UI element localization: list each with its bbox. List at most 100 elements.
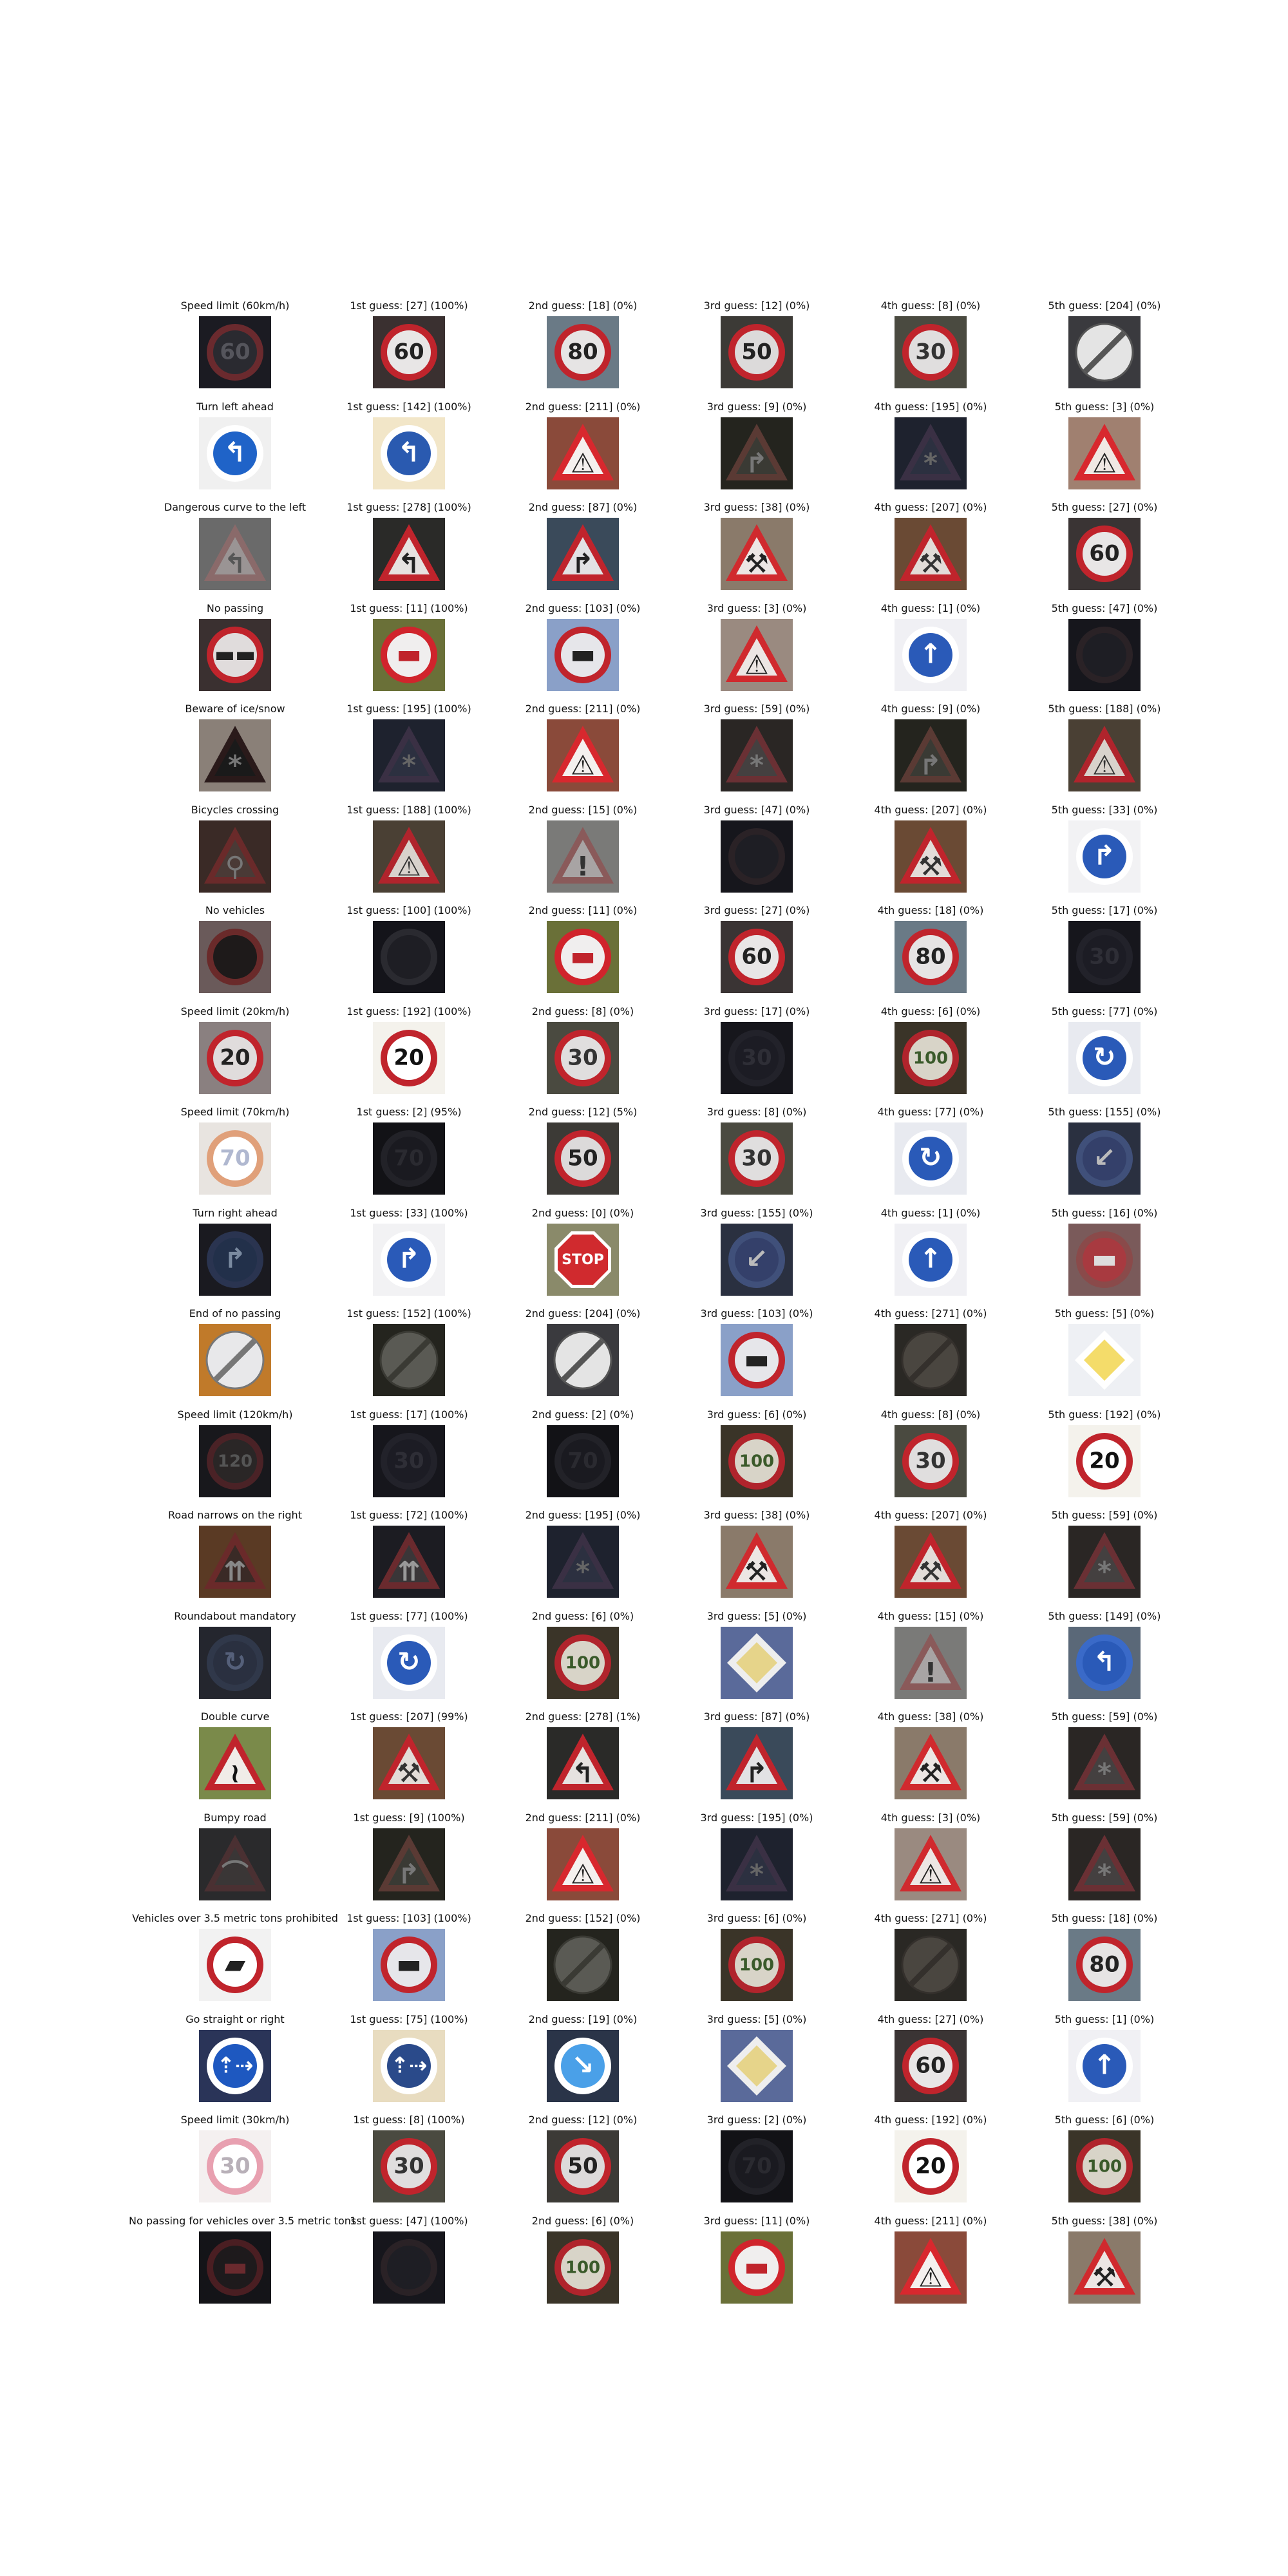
traffic-sign-icon: * xyxy=(895,417,967,489)
traffic-sign-icon: * xyxy=(721,719,793,791)
traffic-sign-icon: 80 xyxy=(895,921,967,993)
traffic-sign-icon: 60 xyxy=(199,316,271,388)
traffic-sign-icon: STOP xyxy=(547,1224,619,1296)
guess-cell: 5th guess: [192] (0%) 20 xyxy=(1018,1408,1191,1506)
guess-cell: 5th guess: [59] (0%) * xyxy=(1018,1812,1191,1909)
input-image-cell-image: ⇈ xyxy=(199,1526,271,1598)
input-image-cell-image: ⇡⇢ xyxy=(199,2030,271,2102)
traffic-sign-icon: 80 xyxy=(547,316,619,388)
guess-cell-image: ⚒ xyxy=(1068,2231,1141,2304)
guess-cell: 3rd guess: [2] (0%) 70 xyxy=(670,2114,844,2211)
traffic-sign-icon: ⚒ xyxy=(895,1526,967,1598)
traffic-sign-icon: ↰ xyxy=(547,1727,619,1799)
svg-text:30: 30 xyxy=(741,1146,772,1171)
guess-cell: 2nd guess: [152] (0%) xyxy=(496,1912,670,2010)
guess-cell: 3rd guess: [38] (0%) ⚒ xyxy=(670,501,844,599)
guess-cell-image: ▬ xyxy=(547,619,619,691)
traffic-sign-icon xyxy=(1068,619,1141,691)
guess-cell: 4th guess: [15] (0%)! xyxy=(844,1610,1018,1708)
guess-cell-image xyxy=(721,1627,793,1699)
guess-cell-image: ⚠ xyxy=(1068,417,1141,489)
guess-cell: 5th guess: [77] (0%) ↻ xyxy=(1018,1005,1191,1103)
traffic-sign-icon: 30 xyxy=(895,1425,967,1497)
guess-cell: 2nd guess: [6] (0%) 100 xyxy=(496,1610,670,1708)
svg-text:↙: ↙ xyxy=(1093,1142,1115,1173)
guess-cell-image: ↱ xyxy=(547,518,619,590)
guess-cell-caption: 5th guess: [59] (0%) xyxy=(1051,1812,1158,1824)
guess-cell-image: 30 xyxy=(895,1425,967,1497)
guess-cell: 4th guess: [77] (0%) ↻ xyxy=(844,1106,1018,1204)
guess-cell-caption: 5th guess: [3] (0%) xyxy=(1054,401,1155,413)
traffic-sign-icon: ▬ xyxy=(373,1929,445,2001)
traffic-sign-icon: 70 xyxy=(547,1425,619,1497)
guess-cell-image: 80 xyxy=(895,921,967,993)
traffic-sign-icon: ⚠ xyxy=(721,619,793,691)
guess-cell: 5th guess: [188] (0%) ⚠ xyxy=(1018,703,1191,800)
svg-text:20: 20 xyxy=(220,1045,250,1071)
traffic-sign-icon: ↑ xyxy=(1068,2030,1141,2102)
traffic-sign-icon: ↘ xyxy=(547,2030,619,2102)
svg-text:↑: ↑ xyxy=(919,1243,942,1274)
traffic-sign-icon: ⚠ xyxy=(373,820,445,893)
guess-cell-caption: 5th guess: [16] (0%) xyxy=(1051,1207,1158,1219)
guess-cell-image: ↱ xyxy=(373,1224,445,1296)
guess-cell-image: 100 xyxy=(721,1425,793,1497)
traffic-sign-icon: ↰ xyxy=(199,518,271,590)
svg-text:60: 60 xyxy=(915,2053,945,2079)
guess-cell-image: ⚠ xyxy=(895,2231,967,2304)
svg-text:60: 60 xyxy=(1089,541,1119,567)
guess-cell-image: * xyxy=(721,1828,793,1900)
guess-cell-image: 30 xyxy=(373,2130,445,2202)
traffic-sign-icon: ↻ xyxy=(199,1627,271,1699)
svg-text:STOP: STOP xyxy=(562,1252,604,1268)
guess-cell: 5th guess: [204] (0%) xyxy=(1018,299,1191,397)
traffic-sign-icon xyxy=(895,1324,967,1396)
svg-text:↰: ↰ xyxy=(1093,1646,1115,1678)
guess-cell-caption: 5th guess: [17] (0%) xyxy=(1051,904,1158,916)
guess-cell-image: ↘ xyxy=(547,2030,619,2102)
guess-cell-image: 70 xyxy=(721,2130,793,2202)
guess-cell-image: 30 xyxy=(547,1022,619,1094)
traffic-sign-icon: 70 xyxy=(373,1122,445,1195)
guess-cell: 4th guess: [3] (0%) ⚠ xyxy=(844,1812,1018,1909)
input-image-cell-image: ↰ xyxy=(199,518,271,590)
traffic-sign-icon: ↱ xyxy=(547,518,619,590)
traffic-sign-icon: ↙ xyxy=(721,1224,793,1296)
guess-cell-image: ⚒ xyxy=(373,1727,445,1799)
traffic-sign-icon: ↻ xyxy=(373,1627,445,1699)
traffic-sign-icon: 30 xyxy=(373,2130,445,2202)
guess-cell-image xyxy=(373,1324,445,1396)
traffic-sign-icon xyxy=(199,1324,271,1396)
input-image-cell: Beware of ice/snow * xyxy=(148,703,322,800)
svg-text:*: * xyxy=(402,750,416,781)
traffic-sign-icon: ⚒ xyxy=(373,1727,445,1799)
guess-cell-image: 30 xyxy=(721,1022,793,1094)
input-image-cell: Speed limit (20km/h) 20 xyxy=(148,1005,322,1103)
guess-cell-image: 100 xyxy=(547,2231,619,2304)
guess-cell-image: ▬ xyxy=(373,1929,445,2001)
svg-text:*: * xyxy=(750,1859,764,1890)
guess-cell: 1st guess: [47] (100%) xyxy=(322,2215,496,2313)
svg-text:⇡⇢: ⇡⇢ xyxy=(391,2053,428,2079)
guess-cell-caption: 5th guess: [59] (0%) xyxy=(1051,1710,1158,1723)
guess-cell: 4th guess: [8] (0%) 30 xyxy=(844,1408,1018,1506)
traffic-sign-icon: ⚠ xyxy=(547,719,619,791)
traffic-sign-icon: * xyxy=(1068,1526,1141,1598)
guess-cell: 2nd guess: [11] (0%) ▬ xyxy=(496,904,670,1002)
guess-cell-caption: 5th guess: [47] (0%) xyxy=(1051,602,1158,614)
guess-cell: 5th guess: [17] (0%) 30 xyxy=(1018,904,1191,1002)
guess-cell: 1st guess: [75] (100%) ⇡⇢ xyxy=(322,2013,496,2111)
guess-cell: 3rd guess: [87] (0%) ↱ xyxy=(670,1710,844,1808)
traffic-sign-icon: 30 xyxy=(199,2130,271,2202)
guess-cell-image: ⚠ xyxy=(1068,719,1141,791)
guess-cell-image: ↑ xyxy=(895,1224,967,1296)
input-image-cell: Double curve ≀ xyxy=(148,1710,322,1808)
svg-text:*: * xyxy=(576,1556,590,1587)
guess-cell-image: * xyxy=(1068,1828,1141,1900)
svg-text:⚒: ⚒ xyxy=(918,548,943,580)
svg-text:⚠: ⚠ xyxy=(918,2262,943,2293)
svg-text:⇈: ⇈ xyxy=(397,1556,420,1587)
traffic-sign-icon: ⚠ xyxy=(1068,417,1141,489)
guess-cell-image: 50 xyxy=(547,1122,619,1195)
traffic-sign-icon: ⇡⇢ xyxy=(373,2030,445,2102)
